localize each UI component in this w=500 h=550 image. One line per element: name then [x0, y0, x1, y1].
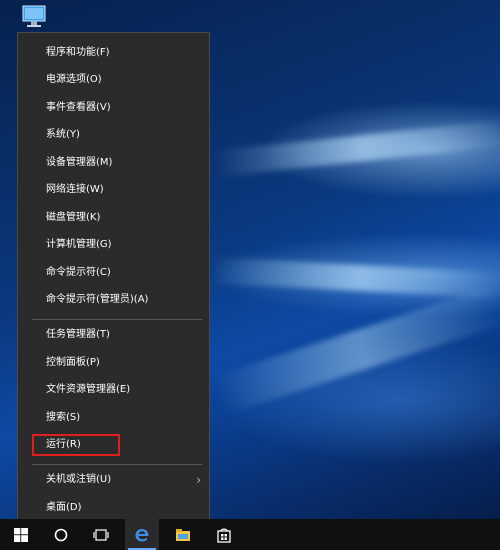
desktop: 程序和功能(F) 电源选项(O) 事件查看器(V) 系统(Y) 设备管理器(M)… — [0, 0, 500, 550]
wallpaper-light-ray — [214, 119, 500, 177]
menu-item-command-prompt[interactable]: 命令提示符(C) — [18, 261, 209, 285]
menu-item-label: 系统(Y) — [46, 129, 80, 140]
menu-item-command-prompt-admin[interactable]: 命令提示符(管理员)(A) — [18, 288, 209, 312]
menu-item-label: 计算机管理(G) — [46, 239, 112, 250]
menu-separator — [32, 464, 202, 465]
menu-item-label: 桌面(D) — [46, 502, 82, 513]
file-explorer-icon[interactable] — [166, 519, 200, 550]
menu-item-network-connections[interactable]: 网络连接(W) — [18, 178, 209, 202]
menu-item-label: 程序和功能(F) — [46, 47, 110, 58]
windows-start-icon[interactable] — [4, 519, 38, 550]
menu-item-label: 磁盘管理(K) — [46, 212, 101, 223]
menu-item-label: 命令提示符(管理员)(A) — [46, 294, 149, 305]
menu-item-task-manager[interactable]: 任务管理器(T) — [18, 323, 209, 347]
menu-item-label: 命令提示符(C) — [46, 267, 111, 278]
menu-item-label: 搜索(S) — [46, 412, 81, 423]
menu-item-event-viewer[interactable]: 事件查看器(V) — [18, 96, 209, 120]
menu-item-label: 控制面板(P) — [46, 357, 100, 368]
menu-item-power-options[interactable]: 电源选项(O) — [18, 68, 209, 92]
winx-context-menu: 程序和功能(F) 电源选项(O) 事件查看器(V) 系统(Y) 设备管理器(M)… — [17, 32, 210, 527]
menu-item-programs-and-features[interactable]: 程序和功能(F) — [18, 41, 209, 65]
menu-item-control-panel[interactable]: 控制面板(P) — [18, 351, 209, 375]
cortana-search-icon[interactable] — [44, 519, 78, 550]
menu-item-desktop[interactable]: 桌面(D) — [18, 496, 209, 520]
menu-item-label: 网络连接(W) — [46, 184, 104, 195]
menu-item-label: 设备管理器(M) — [46, 157, 113, 168]
wallpaper-light-ray — [211, 284, 500, 416]
task-view-icon[interactable] — [84, 519, 118, 550]
menu-item-label: 文件资源管理器(E) — [46, 384, 131, 395]
menu-item-label: 运行(R) — [46, 439, 81, 450]
menu-item-label: 任务管理器(T) — [46, 329, 110, 340]
menu-separator — [32, 319, 202, 320]
menu-item-computer-management[interactable]: 计算机管理(G) — [18, 233, 209, 257]
menu-item-device-manager[interactable]: 设备管理器(M) — [18, 151, 209, 175]
menu-item-disk-management[interactable]: 磁盘管理(K) — [18, 206, 209, 230]
wallpaper-light-ray — [209, 257, 500, 299]
menu-item-search[interactable]: 搜索(S) — [18, 406, 209, 430]
edge-browser-icon[interactable] — [125, 519, 159, 550]
menu-item-system[interactable]: 系统(Y) — [18, 123, 209, 147]
taskbar — [0, 519, 500, 550]
store-icon[interactable] — [207, 519, 241, 550]
menu-item-label: 事件查看器(V) — [46, 102, 111, 113]
menu-item-run[interactable]: 运行(R) — [18, 433, 209, 457]
chevron-right-icon: › — [196, 473, 201, 487]
menu-item-file-explorer[interactable]: 文件资源管理器(E) — [18, 378, 209, 402]
menu-item-label: 关机或注销(U) — [46, 474, 112, 485]
this-pc-icon[interactable] — [20, 4, 48, 30]
menu-item-shutdown-signout[interactable]: 关机或注销(U) › — [18, 468, 209, 492]
menu-item-label: 电源选项(O) — [46, 74, 102, 85]
